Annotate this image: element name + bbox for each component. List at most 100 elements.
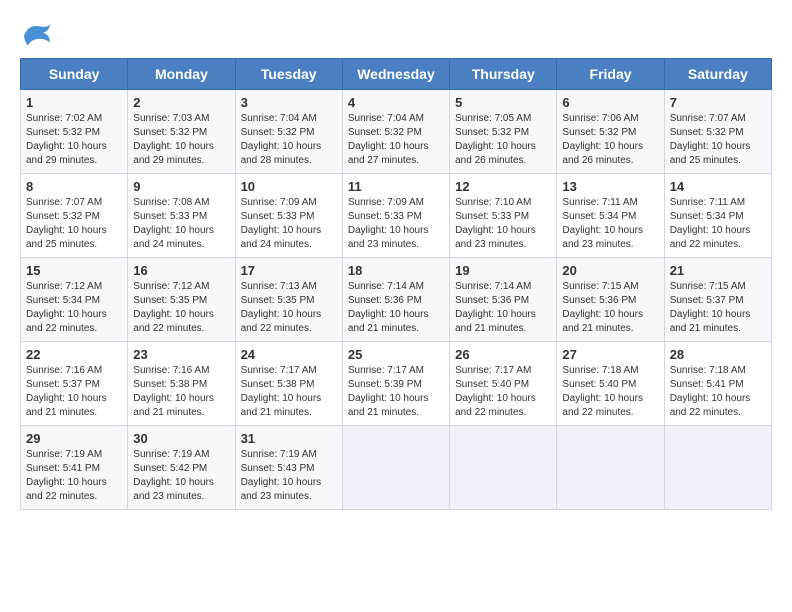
calendar-day-cell: 22Sunrise: 7:16 AM Sunset: 5:37 PM Dayli… [21,342,128,426]
calendar-day-cell: 27 Sunrise: 7:18 AM Sunset: 5:40 PM Dayli… [557,342,664,426]
day-number: 7 [670,95,766,110]
day-number: 31 [241,431,337,446]
calendar-day-cell: 28 Sunrise: 7:18 AM Sunset: 5:41 PM Dayli… [664,342,771,426]
calendar-day-cell: 18 Sunrise: 7:14 AM Sunset: 5:36 PM Dayli… [342,258,449,342]
day-number: 26 [455,347,551,362]
calendar-day-cell: 5Sunrise: 7:05 AM Sunset: 5:32 PM Daylig… [450,90,557,174]
calendar-day-cell [664,426,771,510]
calendar-day-cell: 25 Sunrise: 7:17 AM Sunset: 5:39 PM Dayli… [342,342,449,426]
calendar-day-cell: 17 Sunrise: 7:13 AM Sunset: 5:35 PM Dayli… [235,258,342,342]
logo-bird-icon [20,20,52,48]
day-info: Sunrise: 7:19 AM Sunset: 5:43 PM Dayligh… [241,448,337,504]
calendar-week-row: 22Sunrise: 7:16 AM Sunset: 5:37 PM Dayli… [21,342,772,426]
calendar-day-cell: 16 Sunrise: 7:12 AM Sunset: 5:35 PM Dayli… [128,258,235,342]
day-number: 27 [562,347,658,362]
calendar-week-row: 29Sunrise: 7:19 AM Sunset: 5:41 PM Dayli… [21,426,772,510]
day-number: 30 [133,431,229,446]
day-number: 3 [241,95,337,110]
day-number: 24 [241,347,337,362]
calendar-day-cell: 31 Sunrise: 7:19 AM Sunset: 5:43 PM Dayli… [235,426,342,510]
day-number: 4 [348,95,444,110]
calendar-day-cell: 24Sunrise: 7:17 AM Sunset: 5:38 PM Dayli… [235,342,342,426]
day-info: Sunrise: 7:07 AM Sunset: 5:32 PM Dayligh… [26,196,122,252]
day-info: Sunrise: 7:11 AM Sunset: 5:34 PM Dayligh… [670,196,766,252]
day-info: Sunrise: 7:11 AM Sunset: 5:34 PM Dayligh… [562,196,658,252]
calendar-day-cell: 15 Sunrise: 7:12 AM Sunset: 5:34 PM Dayli… [21,258,128,342]
calendar-day-cell: 9 Sunrise: 7:08 AM Sunset: 5:33 PM Daylig… [128,174,235,258]
day-info: Sunrise: 7:03 AM Sunset: 5:32 PM Dayligh… [133,112,229,168]
calendar-day-cell: 29Sunrise: 7:19 AM Sunset: 5:41 PM Dayli… [21,426,128,510]
day-number: 21 [670,263,766,278]
calendar-day-cell: 20Sunrise: 7:15 AM Sunset: 5:36 PM Dayli… [557,258,664,342]
day-info: Sunrise: 7:12 AM Sunset: 5:34 PM Dayligh… [26,280,122,336]
calendar-day-cell: 4 Sunrise: 7:04 AM Sunset: 5:32 PM Daylig… [342,90,449,174]
day-info: Sunrise: 7:08 AM Sunset: 5:33 PM Dayligh… [133,196,229,252]
calendar-day-cell: 30 Sunrise: 7:19 AM Sunset: 5:42 PM Dayli… [128,426,235,510]
day-info: Sunrise: 7:13 AM Sunset: 5:35 PM Dayligh… [241,280,337,336]
header [20,20,772,48]
day-number: 25 [348,347,444,362]
day-info: Sunrise: 7:04 AM Sunset: 5:32 PM Dayligh… [241,112,337,168]
calendar-day-cell: 8 Sunrise: 7:07 AM Sunset: 5:32 PM Daylig… [21,174,128,258]
day-info: Sunrise: 7:18 AM Sunset: 5:41 PM Dayligh… [670,364,766,420]
calendar-week-row: 15 Sunrise: 7:12 AM Sunset: 5:34 PM Dayli… [21,258,772,342]
day-number: 11 [348,179,444,194]
day-number: 10 [241,179,337,194]
calendar-day-cell: 10 Sunrise: 7:09 AM Sunset: 5:33 PM Dayli… [235,174,342,258]
day-info: Sunrise: 7:17 AM Sunset: 5:39 PM Dayligh… [348,364,444,420]
day-info: Sunrise: 7:16 AM Sunset: 5:37 PM Dayligh… [26,364,122,420]
calendar-body: 1 Sunrise: 7:02 AM Sunset: 5:32 PM Daylig… [21,90,772,510]
day-info: Sunrise: 7:19 AM Sunset: 5:42 PM Dayligh… [133,448,229,504]
day-info: Sunrise: 7:14 AM Sunset: 5:36 PM Dayligh… [348,280,444,336]
day-info: Sunrise: 7:07 AM Sunset: 5:32 PM Dayligh… [670,112,766,168]
day-info: Sunrise: 7:17 AM Sunset: 5:40 PM Dayligh… [455,364,551,420]
day-number: 16 [133,263,229,278]
calendar-day-cell: 21Sunrise: 7:15 AM Sunset: 5:37 PM Dayli… [664,258,771,342]
day-info: Sunrise: 7:14 AM Sunset: 5:36 PM Dayligh… [455,280,551,336]
day-number: 17 [241,263,337,278]
day-number: 1 [26,95,122,110]
day-info: Sunrise: 7:06 AM Sunset: 5:32 PM Dayligh… [562,112,658,168]
day-number: 28 [670,347,766,362]
calendar-day-cell: 19Sunrise: 7:14 AM Sunset: 5:36 PM Dayli… [450,258,557,342]
day-info: Sunrise: 7:04 AM Sunset: 5:32 PM Dayligh… [348,112,444,168]
day-info: Sunrise: 7:02 AM Sunset: 5:32 PM Dayligh… [26,112,122,168]
day-info: Sunrise: 7:19 AM Sunset: 5:41 PM Dayligh… [26,448,122,504]
day-number: 13 [562,179,658,194]
calendar-day-cell [342,426,449,510]
calendar-day-cell: 7 Sunrise: 7:07 AM Sunset: 5:32 PM Daylig… [664,90,771,174]
calendar-day-header: Thursday [450,59,557,90]
calendar-day-header: Monday [128,59,235,90]
calendar-day-cell: 6 Sunrise: 7:06 AM Sunset: 5:32 PM Daylig… [557,90,664,174]
calendar-day-cell: 1 Sunrise: 7:02 AM Sunset: 5:32 PM Daylig… [21,90,128,174]
day-number: 18 [348,263,444,278]
calendar-table: SundayMondayTuesdayWednesdayThursdayFrid… [20,58,772,510]
calendar-day-cell: 14 Sunrise: 7:11 AM Sunset: 5:34 PM Dayli… [664,174,771,258]
calendar-day-header: Sunday [21,59,128,90]
day-info: Sunrise: 7:05 AM Sunset: 5:32 PM Dayligh… [455,112,551,168]
calendar-day-header: Saturday [664,59,771,90]
day-info: Sunrise: 7:18 AM Sunset: 5:40 PM Dayligh… [562,364,658,420]
calendar-day-cell: 23 Sunrise: 7:16 AM Sunset: 5:38 PM Dayli… [128,342,235,426]
day-number: 20 [562,263,658,278]
calendar-day-cell [450,426,557,510]
calendar-day-cell: 3 Sunrise: 7:04 AM Sunset: 5:32 PM Daylig… [235,90,342,174]
calendar-day-header: Wednesday [342,59,449,90]
calendar-day-header: Friday [557,59,664,90]
logo [20,20,56,48]
day-number: 15 [26,263,122,278]
calendar-day-cell: 2 Sunrise: 7:03 AM Sunset: 5:32 PM Daylig… [128,90,235,174]
calendar-day-cell: 26 Sunrise: 7:17 AM Sunset: 5:40 PM Dayli… [450,342,557,426]
day-info: Sunrise: 7:09 AM Sunset: 5:33 PM Dayligh… [241,196,337,252]
calendar-day-cell [557,426,664,510]
day-info: Sunrise: 7:12 AM Sunset: 5:35 PM Dayligh… [133,280,229,336]
day-info: Sunrise: 7:16 AM Sunset: 5:38 PM Dayligh… [133,364,229,420]
calendar-day-cell: 12Sunrise: 7:10 AM Sunset: 5:33 PM Dayli… [450,174,557,258]
day-number: 23 [133,347,229,362]
day-number: 6 [562,95,658,110]
day-number: 9 [133,179,229,194]
day-number: 8 [26,179,122,194]
calendar-week-row: 1 Sunrise: 7:02 AM Sunset: 5:32 PM Daylig… [21,90,772,174]
day-number: 2 [133,95,229,110]
day-number: 14 [670,179,766,194]
